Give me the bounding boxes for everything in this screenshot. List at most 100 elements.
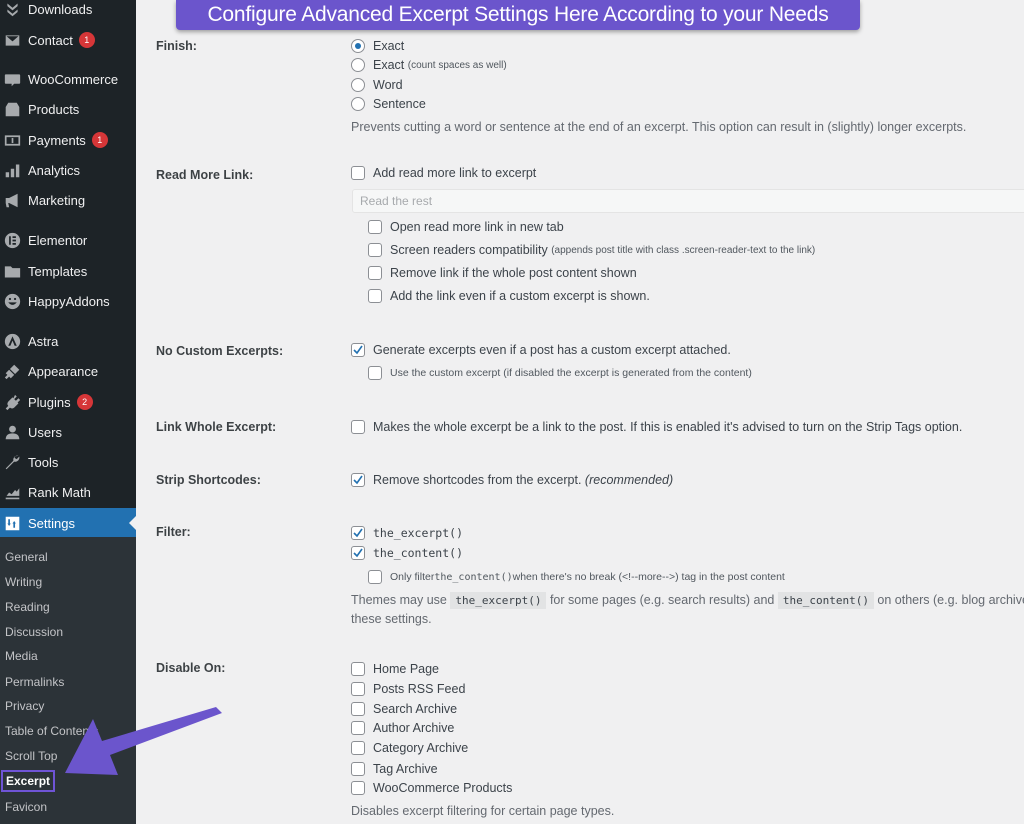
option-label-pre: Only filter (390, 571, 435, 583)
settings-icon (3, 514, 21, 532)
sidebar-item-label: Templates (28, 263, 88, 279)
checkbox[interactable] (368, 266, 382, 280)
checkbox[interactable] (351, 166, 365, 180)
filter-the-content-row[interactable]: the_content() (351, 546, 463, 560)
desc-text: on others (e.g. blog archives). I (877, 593, 1024, 607)
checkbox[interactable] (368, 243, 382, 257)
link-whole-excerpt-row[interactable]: Makes the whole excerpt be a link to the… (351, 420, 962, 434)
no-custom-excerpts-row[interactable]: Generate excerpts even if a post has a c… (351, 343, 731, 357)
sidebar-item-tools[interactable]: Tools (0, 448, 136, 476)
finish-description: Prevents cutting a word or sentence at t… (351, 120, 967, 134)
strip-shortcodes-row[interactable]: Remove shortcodes from the excerpt. (rec… (351, 473, 673, 487)
sidebar-item-label: Plugins (28, 394, 71, 410)
submenu-item-permalinks[interactable]: Permalinks (5, 674, 64, 690)
strip-shortcodes-label: Strip Shortcodes: (156, 473, 261, 487)
notification-badge: 1 (78, 32, 95, 48)
submenu-item-reading[interactable]: Reading (5, 599, 50, 615)
sidebar-item-marketing[interactable]: Marketing (0, 186, 136, 214)
sidebar-item-appearance[interactable]: Appearance (0, 357, 136, 385)
submenu-item-media[interactable]: Media (5, 648, 38, 664)
checkbox[interactable] (368, 366, 382, 380)
code-snippet: the_content() (777, 592, 874, 609)
sidebar-item-label: Downloads (28, 1, 93, 17)
option-label: WooCommerce Products (373, 781, 513, 795)
checkbox[interactable] (351, 721, 365, 735)
read-more-custom-excerpt-row[interactable]: Add the link even if a custom excerpt is… (368, 289, 650, 303)
elementor-icon (3, 231, 21, 249)
radio-button[interactable] (351, 58, 365, 72)
bar-chart-icon (3, 161, 21, 179)
annotation-arrow-icon (65, 707, 222, 775)
sidebar-item-label: Appearance (28, 363, 99, 379)
wrench-icon (3, 453, 21, 471)
checkbox[interactable] (368, 570, 382, 584)
checkbox[interactable] (351, 702, 365, 716)
finish-option-exact[interactable]: Exact (351, 39, 404, 53)
disable-on-posts-rss-row[interactable]: Posts RSS Feed (351, 682, 465, 696)
read-more-checkbox-row[interactable]: Add read more link to excerpt (351, 166, 536, 180)
admin-sidebar: Downloads Contact 1 WooCommerce Products… (0, 0, 136, 824)
radio-button[interactable] (351, 97, 365, 111)
disable-on-tag-archive-row[interactable]: Tag Archive (351, 762, 438, 776)
checkbox[interactable] (351, 762, 365, 776)
read-more-label: Read More Link: (156, 168, 254, 182)
checkbox-checked[interactable] (351, 473, 365, 487)
read-more-screen-readers-row[interactable]: Screen readers compatibility (appends po… (368, 243, 815, 257)
sidebar-item-plugins[interactable]: Plugins 2 (0, 388, 136, 416)
checkbox[interactable] (351, 420, 365, 434)
sidebar-item-users[interactable]: Users (0, 418, 136, 446)
finish-option-word[interactable]: Word (351, 78, 403, 92)
sidebar-item-templates[interactable]: Templates (0, 257, 136, 285)
checkbox[interactable] (368, 289, 382, 303)
checkbox-checked[interactable] (351, 546, 365, 560)
sidebar-item-payments[interactable]: Payments 1 (0, 126, 136, 154)
checkbox[interactable] (351, 741, 365, 755)
submenu-item-general[interactable]: General (5, 549, 48, 565)
checkbox-checked[interactable] (351, 526, 365, 540)
checkbox[interactable] (351, 662, 365, 676)
checkbox[interactable] (351, 781, 365, 795)
read-more-remove-link-row[interactable]: Remove link if the whole post content sh… (368, 266, 637, 280)
disable-on-search-archive-row[interactable]: Search Archive (351, 702, 457, 716)
submenu-item-favicon[interactable]: Favicon (5, 799, 47, 815)
finish-option-sentence[interactable]: Sentence (351, 97, 426, 111)
disable-on-author-archive-row[interactable]: Author Archive (351, 721, 454, 735)
sidebar-item-downloads[interactable]: Downloads (0, 0, 136, 23)
submenu-item-writing[interactable]: Writing (5, 574, 42, 590)
submenu-item-discussion[interactable]: Discussion (5, 624, 63, 640)
option-label: Generate excerpts even if a post has a c… (373, 343, 731, 357)
option-label: Word (373, 78, 403, 92)
read-more-text-input[interactable] (352, 189, 1024, 213)
sidebar-item-rank-math[interactable]: Rank Math (0, 478, 136, 506)
sidebar-item-label: HappyAddons (28, 293, 110, 309)
submenu-item-privacy[interactable]: Privacy (5, 698, 44, 714)
sidebar-item-happyaddons[interactable]: HappyAddons (0, 287, 136, 315)
payment-icon (3, 131, 21, 149)
sidebar-item-contact[interactable]: Contact 1 (0, 26, 136, 54)
sidebar-item-woocommerce[interactable]: WooCommerce (0, 65, 136, 93)
option-label: Screen readers compatibility (390, 243, 548, 257)
checkbox[interactable] (368, 220, 382, 234)
sidebar-item-analytics[interactable]: Analytics (0, 156, 136, 184)
filter-the-excerpt-row[interactable]: the_excerpt() (351, 526, 463, 540)
disable-on-description: Disables excerpt filtering for certain p… (351, 804, 615, 818)
disable-on-home-page-row[interactable]: Home Page (351, 662, 439, 676)
disable-on-category-archive-row[interactable]: Category Archive (351, 741, 468, 755)
option-label: Home Page (373, 662, 440, 676)
use-custom-excerpt-row[interactable]: Use the custom excerpt (if disabled the … (368, 366, 752, 380)
checkbox-checked[interactable] (351, 343, 365, 357)
sidebar-item-settings[interactable]: Settings (0, 508, 136, 538)
radio-button[interactable] (351, 78, 365, 92)
option-label: Add the link even if a custom excerpt is… (390, 289, 650, 303)
sidebar-item-astra[interactable]: Astra (0, 327, 136, 355)
checkbox[interactable] (351, 682, 365, 696)
finish-option-exact-spaces[interactable]: Exact (count spaces as well) (351, 58, 507, 72)
radio-button[interactable] (351, 39, 365, 53)
disable-on-woocommerce-products-row[interactable]: WooCommerce Products (351, 781, 512, 795)
sidebar-item-label: Rank Math (28, 484, 91, 500)
filter-only-no-break-row[interactable]: Only filter the_content() when there's n… (368, 570, 785, 584)
sidebar-item-elementor[interactable]: Elementor (0, 226, 136, 254)
option-label: Author Archive (373, 721, 455, 735)
sidebar-item-products[interactable]: Products (0, 95, 136, 123)
read-more-new-tab-row[interactable]: Open read more link in new tab (368, 220, 564, 234)
